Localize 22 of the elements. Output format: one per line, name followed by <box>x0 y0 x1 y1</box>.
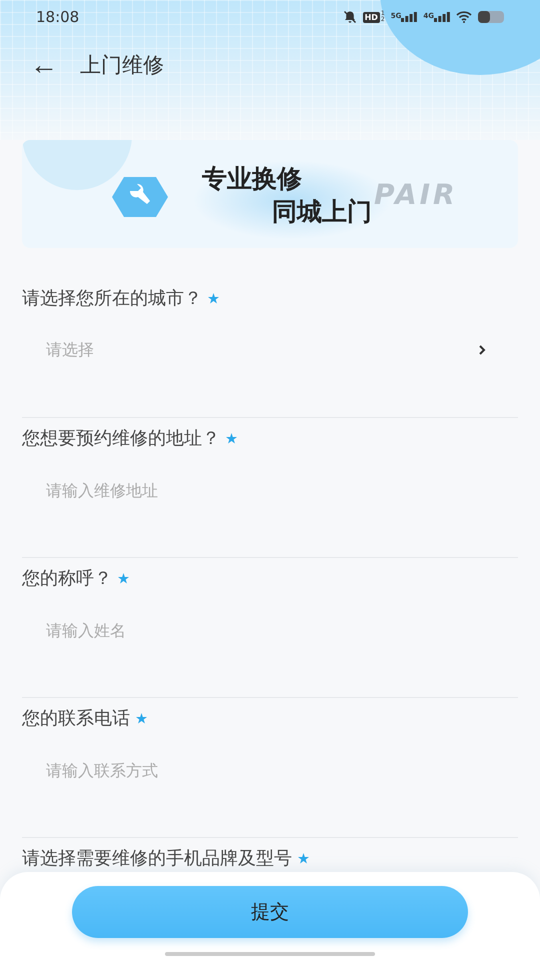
input-field[interactable]: 请输入维修地址 <box>22 470 518 510</box>
signal-icon <box>434 12 450 22</box>
banner-slogan: 专业换修 <box>202 163 303 195</box>
field-label: 您想要预约维修的地址？ <box>22 427 220 450</box>
signal-icon <box>401 12 418 22</box>
field-label: 您的联系电话 <box>22 707 130 730</box>
page-title: 上门维修 <box>80 52 164 79</box>
battery-icon <box>478 11 504 23</box>
input-field[interactable]: 请输入姓名 <box>22 610 518 650</box>
field-label: 请选择需要维修的手机品牌及型号 <box>22 847 292 870</box>
hd-badge: HD <box>362 12 380 22</box>
field-label: 请选择您所在的城市？ <box>22 287 202 310</box>
status-time: 18:08 <box>36 8 80 26</box>
chevron-right-icon <box>478 344 486 356</box>
field-label: 您的称呼？ <box>22 567 112 590</box>
wifi-icon <box>456 11 472 23</box>
input-field[interactable]: 请输入联系方式 <box>22 750 518 790</box>
submit-button[interactable]: 提交 <box>72 886 468 938</box>
wrench-icon <box>110 175 170 219</box>
bell-off-icon <box>342 10 357 24</box>
banner-slogan: 同城上门 <box>272 196 372 228</box>
back-button[interactable]: ← <box>30 51 58 79</box>
